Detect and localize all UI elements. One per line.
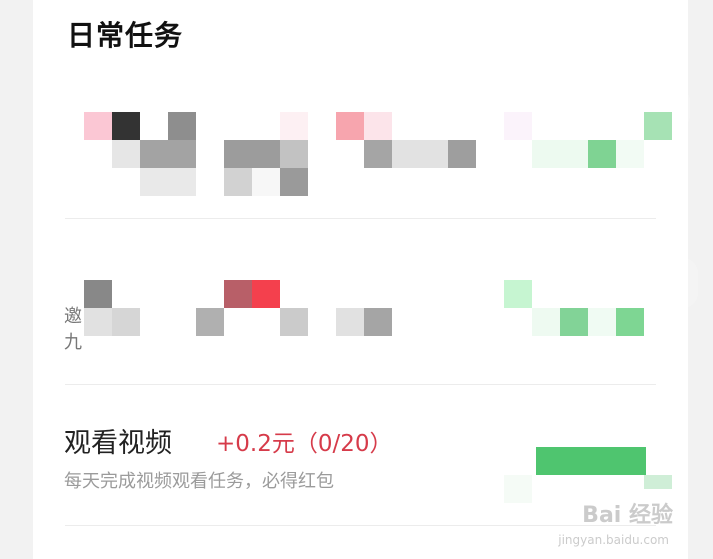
- mosaic-block: [224, 140, 280, 168]
- mosaic-block: [224, 280, 252, 308]
- task-description: 每天完成视频观看任务，必得红包: [64, 471, 334, 492]
- section-title: 日常任务: [67, 19, 184, 52]
- mosaic-block: [112, 112, 140, 140]
- mosaic-block: [588, 140, 616, 168]
- mosaic-block: [392, 140, 448, 168]
- obscured-text-fragment: 邀: [64, 306, 82, 327]
- mosaic-block: [560, 308, 588, 336]
- divider: [65, 384, 656, 385]
- mosaic-block: [252, 168, 280, 196]
- mosaic-block: [616, 308, 644, 336]
- task-title: 观看视频: [64, 428, 172, 459]
- mosaic-block: [644, 475, 672, 489]
- task-action-button[interactable]: [536, 447, 646, 475]
- daily-tasks-card: 日常任务 邀 九 观看视频 +0.2元（0/20） 每天完成视频观看任务，必得红…: [33, 0, 688, 559]
- mosaic-block: [532, 308, 560, 336]
- watermark-url: jingyan.baidu.com: [558, 533, 669, 547]
- mosaic-block: [84, 280, 112, 308]
- mosaic-block: [504, 475, 532, 503]
- mosaic-block: [140, 168, 196, 196]
- divider: [65, 525, 656, 526]
- mosaic-block: [84, 112, 112, 140]
- mosaic-block: [84, 308, 112, 336]
- mosaic-block: [364, 308, 392, 336]
- mosaic-block: [616, 140, 644, 168]
- mosaic-block: [364, 140, 392, 168]
- mosaic-block: [252, 280, 280, 308]
- mosaic-block: [168, 112, 196, 140]
- mosaic-block: [364, 112, 392, 140]
- mosaic-block: [448, 140, 476, 168]
- mosaic-block: [504, 280, 532, 308]
- mosaic-block: [280, 168, 308, 196]
- mosaic-block: [112, 308, 140, 336]
- task-reward: +0.2元（0/20）: [216, 431, 393, 457]
- mosaic-block: [644, 112, 672, 140]
- obscured-text-fragment: 九: [64, 332, 82, 353]
- mosaic-block: [280, 308, 308, 336]
- mosaic-block: [336, 308, 364, 336]
- mosaic-block: [196, 308, 224, 336]
- mosaic-block: [280, 140, 308, 168]
- divider: [65, 218, 656, 219]
- mosaic-block: [532, 140, 588, 168]
- mosaic-block: [112, 140, 140, 168]
- mosaic-block: [280, 112, 308, 140]
- mosaic-block: [588, 308, 616, 336]
- mosaic-block: [224, 168, 252, 196]
- mosaic-block: [140, 140, 196, 168]
- mosaic-block: [504, 112, 532, 140]
- mosaic-block: [336, 112, 364, 140]
- watermark-brand: Bai 经验: [582, 503, 673, 528]
